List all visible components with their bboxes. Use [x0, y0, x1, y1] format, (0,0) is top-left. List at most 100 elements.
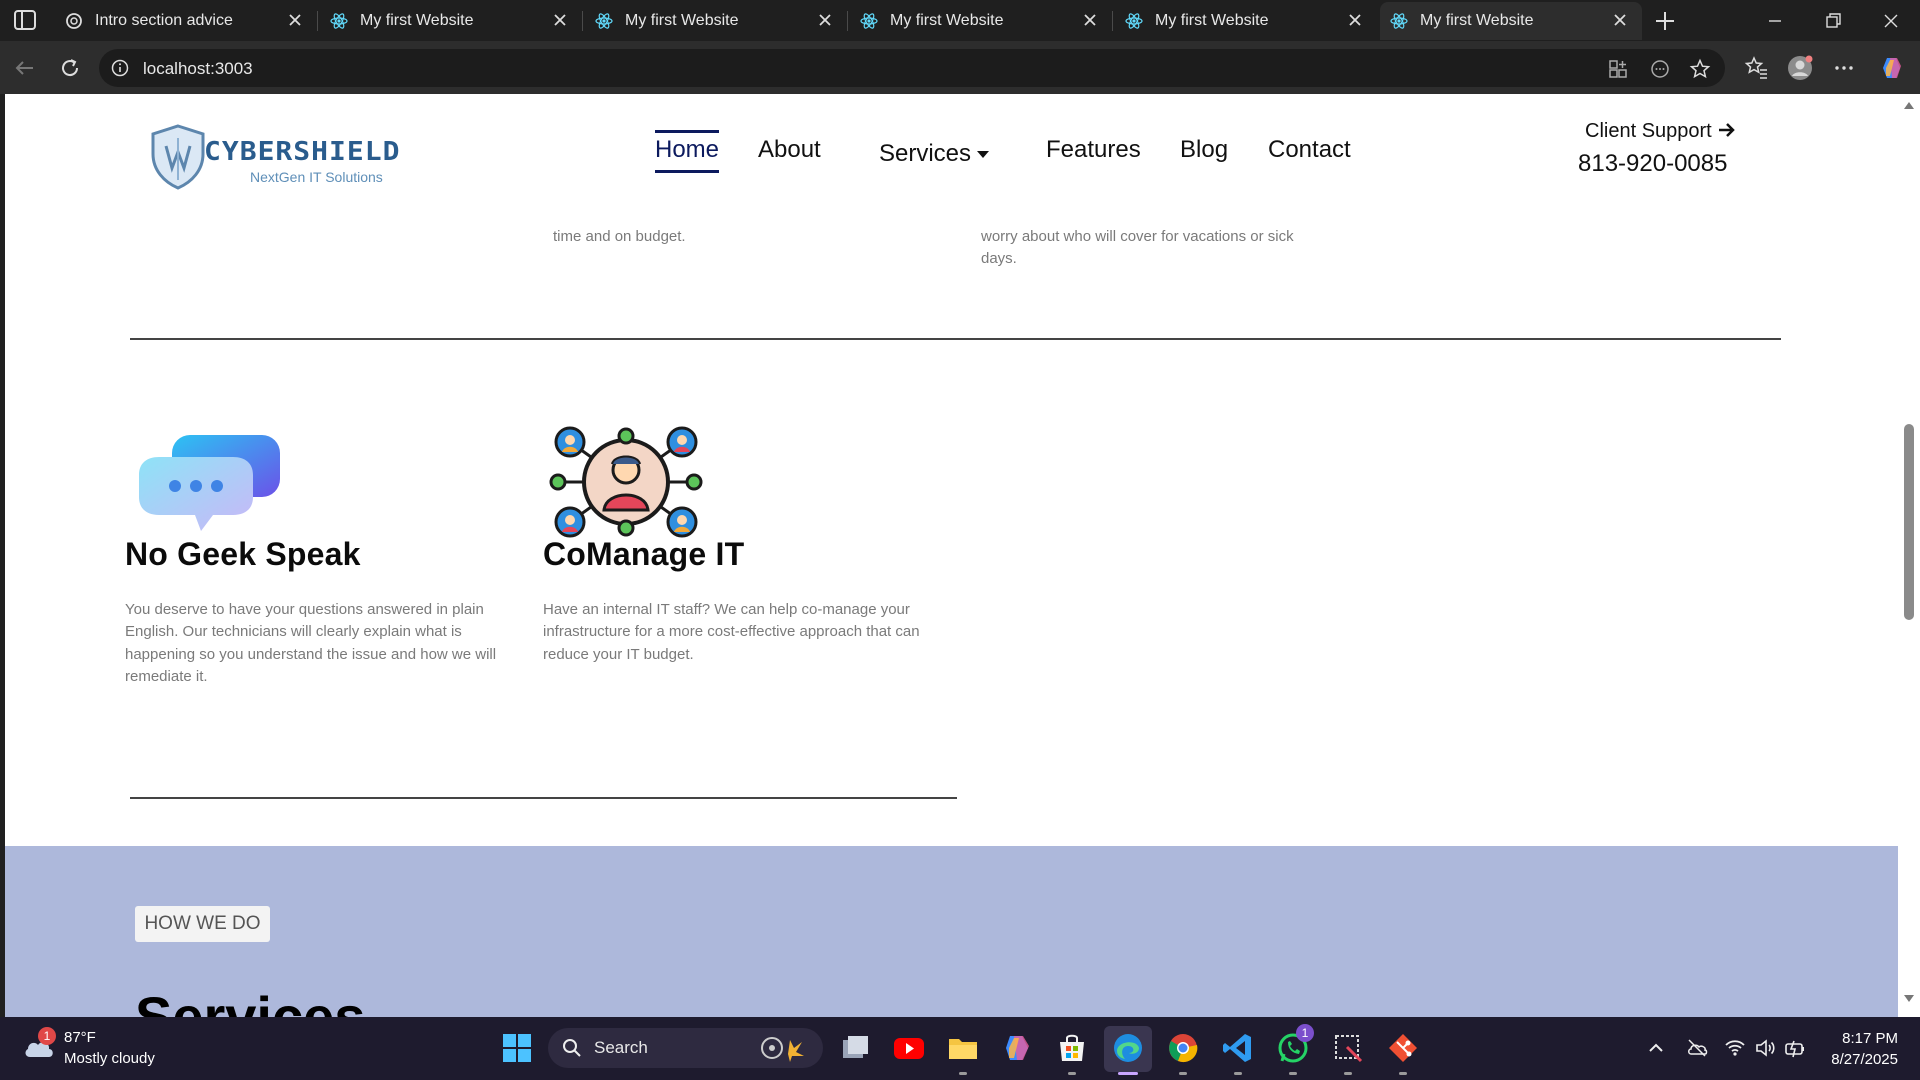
cut-paragraph-left: time and on budget.	[553, 228, 686, 245]
running-indicator	[1344, 1072, 1352, 1075]
snipping-tool-icon[interactable]	[1331, 1031, 1365, 1065]
services-heading: Services	[135, 985, 366, 1017]
refresh-icon[interactable]	[57, 55, 83, 81]
nav-features[interactable]: Features	[1046, 136, 1141, 164]
tab-title: My first Website	[1420, 12, 1534, 29]
search-icon	[563, 1039, 581, 1057]
close-icon[interactable]	[550, 10, 570, 30]
site-header: CYBERSHIELD NextGen IT Solutions Home Ab…	[5, 94, 1898, 202]
url-bar[interactable]: localhost:3003	[99, 49, 1725, 87]
active-indicator	[1118, 1072, 1138, 1075]
close-icon[interactable]	[1080, 10, 1100, 30]
feature-desc-line: happening so you understand the issue an…	[125, 646, 497, 663]
tab-separator	[317, 11, 318, 31]
microsoft-store-icon[interactable]	[1055, 1031, 1089, 1065]
tab-1[interactable]: Intro section advice	[55, 2, 318, 40]
section-divider	[130, 797, 957, 799]
youtube-icon[interactable]	[892, 1031, 926, 1065]
app-available-icon[interactable]	[1607, 58, 1629, 80]
back-arrow-icon[interactable]	[12, 55, 38, 81]
file-explorer-icon[interactable]	[946, 1031, 980, 1065]
weather-alert-badge: 1	[38, 1027, 56, 1045]
section-divider	[130, 338, 1781, 340]
whatsapp-notification-badge: 1	[1296, 1024, 1314, 1042]
vscode-icon[interactable]	[1221, 1031, 1255, 1065]
client-support-link[interactable]: Client Support	[1585, 120, 1737, 143]
scrollbar-thumb[interactable]	[1904, 424, 1914, 620]
page-scrollbar[interactable]	[1898, 94, 1920, 1017]
cybershield-logo[interactable]: CYBERSHIELD NextGen IT Solutions	[150, 124, 450, 194]
tab-3[interactable]: My first Website	[585, 2, 848, 40]
new-tab-icon[interactable]	[1652, 8, 1678, 34]
nav-services[interactable]: Services	[879, 140, 990, 168]
feature-title-comanage-it: CoManage IT	[543, 536, 745, 572]
weather-condition: Mostly cloudy	[64, 1050, 155, 1067]
copilot-app-icon[interactable]	[1000, 1031, 1034, 1065]
favorite-star-icon[interactable]	[1689, 58, 1711, 80]
tab-separator	[1112, 11, 1113, 31]
chatgpt-icon	[66, 13, 82, 29]
scroll-down-arrow-icon[interactable]	[1903, 994, 1915, 1004]
site-info-icon[interactable]	[111, 59, 129, 77]
clock-date: 8/27/2025	[1831, 1051, 1898, 1068]
copilot-icon[interactable]	[1878, 54, 1906, 82]
close-icon[interactable]	[1610, 10, 1630, 30]
nav-contact[interactable]: Contact	[1268, 136, 1351, 164]
react-icon	[860, 13, 878, 29]
search-highlight-icon	[761, 1037, 804, 1062]
windows-start-icon[interactable]	[500, 1031, 534, 1065]
how-we-do-badge: HOW WE DO	[135, 906, 270, 942]
window-close-icon[interactable]	[1878, 8, 1904, 34]
reading-mode-icon[interactable]	[1649, 58, 1671, 80]
react-icon	[330, 13, 348, 29]
favorites-icon[interactable]	[1742, 54, 1770, 82]
chrome-icon[interactable]	[1166, 1031, 1200, 1065]
battery-charging-icon[interactable]	[1784, 1037, 1806, 1059]
running-indicator	[1399, 1072, 1407, 1075]
team-network-icon	[549, 426, 703, 538]
minimize-icon[interactable]	[1762, 8, 1788, 34]
nav-blog[interactable]: Blog	[1180, 136, 1228, 164]
git-tool-icon[interactable]	[1386, 1031, 1420, 1065]
onedrive-offline-icon[interactable]	[1686, 1037, 1708, 1059]
wifi-icon[interactable]	[1724, 1037, 1746, 1059]
client-support-label: Client Support	[1585, 120, 1712, 142]
tab-title: My first Website	[360, 12, 474, 29]
weather-temperature: 87°F	[64, 1029, 96, 1046]
tab-2[interactable]: My first Website	[320, 2, 583, 40]
close-icon[interactable]	[285, 10, 305, 30]
restore-icon[interactable]	[1820, 8, 1846, 34]
running-indicator	[1289, 1072, 1297, 1075]
tab-6-active[interactable]: My first Website	[1380, 2, 1642, 40]
react-icon	[1390, 13, 1408, 29]
taskbar-search[interactable]: Search	[548, 1028, 823, 1068]
chevron-up-icon[interactable]	[1645, 1037, 1667, 1059]
profile-avatar-icon[interactable]	[1786, 54, 1814, 82]
tab-title: My first Website	[890, 12, 1004, 29]
feature-desc-line: remediate it.	[125, 668, 208, 685]
caret-down-icon	[977, 151, 990, 159]
nav-about[interactable]: About	[758, 136, 821, 164]
logo-wordmark: CYBERSHIELD	[204, 136, 401, 167]
browser-tab-bar: Intro section advice My first Website My…	[0, 0, 1920, 41]
feature-desc-line: English. Our technicians will clearly ex…	[125, 623, 462, 640]
feature-desc-line: Have an internal IT staff? We can help c…	[543, 601, 910, 618]
scroll-up-arrow-icon[interactable]	[1903, 100, 1915, 110]
task-view-icon[interactable]	[838, 1031, 872, 1065]
feature-desc-line: You deserve to have your questions answe…	[125, 601, 484, 618]
sidebar-toggle-icon[interactable]	[12, 8, 38, 32]
search-label: Search	[594, 1038, 648, 1057]
close-icon[interactable]	[1345, 10, 1365, 30]
running-indicator	[1068, 1072, 1076, 1075]
close-icon[interactable]	[815, 10, 835, 30]
edge-browser-icon[interactable]	[1111, 1031, 1145, 1065]
feature-desc-line: infrastructure for a more cost-effective…	[543, 623, 920, 640]
support-phone[interactable]: 813-920-0085	[1578, 150, 1727, 178]
tab-4[interactable]: My first Website	[850, 2, 1113, 40]
running-indicator	[959, 1072, 967, 1075]
tab-5[interactable]: My first Website	[1115, 2, 1377, 40]
nav-home[interactable]: Home	[655, 130, 720, 173]
more-options-icon[interactable]	[1830, 54, 1858, 82]
chat-bubbles-icon	[139, 435, 280, 531]
volume-icon[interactable]	[1754, 1037, 1776, 1059]
